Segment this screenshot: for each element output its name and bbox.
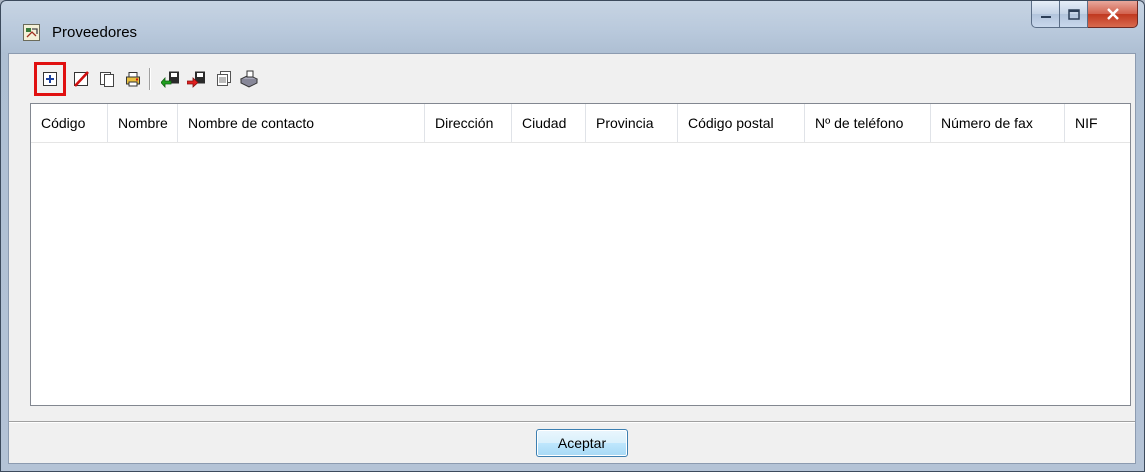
delete-row-icon	[74, 71, 89, 87]
column-header[interactable]: NIF	[1065, 104, 1130, 142]
column-header[interactable]: Número de fax	[931, 104, 1065, 142]
app-icon	[23, 24, 40, 41]
suppliers-table[interactable]: Código Nombre Nombre de contacto Direcci…	[30, 103, 1131, 406]
maximize-button[interactable]	[1060, 1, 1088, 28]
column-header[interactable]: Nº de teléfono	[805, 104, 931, 142]
database-button[interactable]	[237, 67, 261, 91]
print-icon	[126, 72, 140, 87]
delete-row-button[interactable]	[69, 67, 93, 91]
accept-button[interactable]: Aceptar	[536, 429, 628, 457]
toolbar	[9, 54, 1135, 104]
import-icon	[161, 71, 179, 88]
minimize-button[interactable]	[1031, 1, 1060, 28]
export-icon	[187, 71, 205, 88]
footer-divider	[9, 421, 1135, 423]
dialog-body: Código Nombre Nombre de contacto Direcci…	[8, 53, 1136, 464]
maximize-icon	[1067, 8, 1080, 20]
print-button[interactable]	[121, 67, 145, 91]
column-header[interactable]: Provincia	[586, 104, 678, 142]
table-header: Código Nombre Nombre de contacto Direcci…	[31, 104, 1130, 143]
add-row-button[interactable]	[34, 62, 66, 96]
minimize-icon	[1040, 16, 1051, 18]
column-header[interactable]: Nombre de contacto	[178, 104, 425, 142]
copy-list-button[interactable]	[211, 67, 235, 91]
import-button[interactable]	[159, 67, 183, 91]
column-header[interactable]: Código postal	[678, 104, 805, 142]
copy-icon	[100, 72, 114, 87]
copy-list-icon	[217, 71, 231, 86]
export-button[interactable]	[185, 67, 209, 91]
window-title: Proveedores	[52, 24, 138, 41]
column-header[interactable]: Ciudad	[512, 104, 586, 142]
column-header[interactable]: Dirección	[425, 104, 512, 142]
database-icon	[239, 70, 259, 88]
toolbar-separator	[149, 68, 151, 90]
column-header[interactable]: Nombre	[108, 104, 178, 142]
caption-buttons	[1031, 1, 1138, 28]
copy-button[interactable]	[95, 67, 119, 91]
proveedores-window: Proveedores Código Nombre Nombre de cont…	[0, 0, 1145, 472]
add-row-icon	[43, 72, 57, 86]
close-icon	[1106, 8, 1119, 20]
close-button[interactable]	[1088, 1, 1138, 28]
title-bar[interactable]: Proveedores	[1, 1, 1144, 53]
column-header[interactable]: Código	[31, 104, 108, 142]
